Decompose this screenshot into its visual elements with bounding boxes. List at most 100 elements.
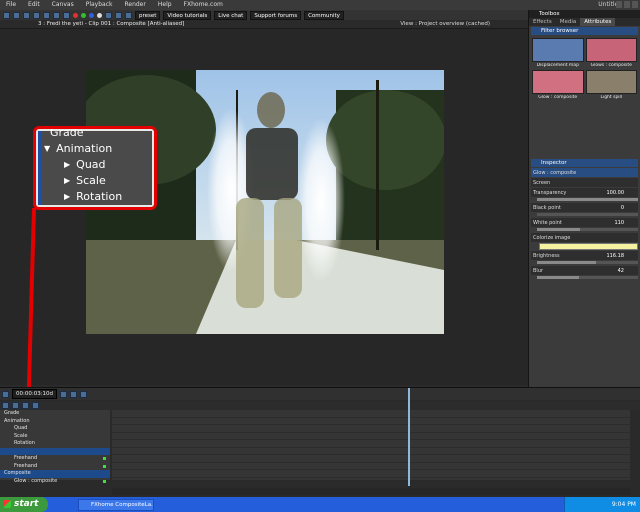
track-row[interactable]: Animation [0, 418, 110, 426]
blur-slider[interactable] [537, 276, 638, 279]
video-tutorials-button[interactable]: Video tutorials [163, 10, 212, 20]
collapse-arrow-icon: ▶ [64, 176, 71, 185]
brightness-field[interactable]: Brightness 116.18 [531, 251, 638, 260]
timecode-display[interactable]: 00:00:03:10d [12, 389, 58, 399]
crop-tool-icon[interactable] [63, 11, 70, 19]
close-icon[interactable] [632, 1, 638, 8]
track-lane[interactable] [112, 418, 630, 425]
grid-icon[interactable] [105, 11, 112, 19]
alpha-channel-icon[interactable] [97, 12, 102, 18]
live-chat-button[interactable]: Live chat [214, 10, 248, 20]
main-toolbar: preset Video tutorials Live chat Support… [0, 10, 528, 20]
new-project-icon[interactable] [3, 11, 10, 19]
next-frame-icon[interactable] [70, 390, 78, 398]
timeline-scrollbar[interactable] [112, 488, 630, 495]
blur-field[interactable]: Blur 42 [531, 266, 638, 275]
track-lane[interactable] [112, 463, 630, 470]
zoom-row-scale: ▶ Scale [64, 174, 106, 187]
support-forums-button[interactable]: Support forums [250, 10, 302, 20]
menu-edit[interactable]: Edit [22, 0, 46, 10]
play-icon[interactable] [60, 390, 68, 398]
menu-file[interactable]: File [0, 0, 22, 10]
black-point-slider[interactable] [537, 213, 638, 216]
track-lane[interactable] [112, 448, 630, 455]
filter-thumbnails: Displacement map Glows : composite Glow … [529, 36, 640, 102]
filter-thumb-image [585, 70, 637, 94]
keyframe-tool-icon[interactable] [22, 402, 29, 409]
colorize-color-swatch[interactable] [539, 243, 638, 250]
maximize-icon[interactable] [624, 1, 630, 8]
black-point-field[interactable]: Black point 0 [531, 203, 638, 212]
track-row[interactable]: Scale [0, 433, 110, 441]
select-tool-icon[interactable] [2, 402, 9, 409]
track-lane[interactable] [112, 433, 630, 440]
track-list: Grade Animation Quad Scale Rotation Freehand F… [0, 410, 110, 484]
tab-effects[interactable]: Effects [529, 18, 556, 26]
collapse-arrow-icon: ▶ [64, 160, 71, 169]
save-icon[interactable] [23, 11, 30, 19]
settings-icon[interactable] [2, 390, 9, 398]
track-row[interactable]: Freehand [0, 463, 110, 471]
blue-channel-icon[interactable] [89, 12, 94, 18]
blend-mode-select[interactable]: Screen [531, 178, 638, 187]
transparency-field[interactable]: Transparency 100.00 [531, 188, 638, 197]
track-area[interactable] [112, 410, 630, 485]
open-icon[interactable] [13, 11, 20, 19]
track-row[interactable] [0, 447, 110, 455]
track-lane[interactable] [112, 455, 630, 463]
tab-attributes[interactable]: Attributes [580, 18, 616, 26]
green-channel-icon[interactable] [81, 12, 86, 18]
colorize-image-checkbox[interactable]: Colorize image [531, 233, 638, 242]
timeline-tools [0, 401, 640, 410]
windows-logo-icon [3, 500, 11, 508]
track-label: Freehand [14, 462, 38, 469]
menu-canvas[interactable]: Canvas [46, 0, 80, 10]
menu-playback[interactable]: Playback [80, 0, 119, 10]
track-lane[interactable] [112, 425, 630, 433]
white-point-field[interactable]: White point 110 [531, 218, 638, 227]
filter-thumb-glows[interactable]: Glows : composite [585, 38, 637, 68]
taskbar-app-button[interactable]: FXhome CompositeLa... [78, 498, 154, 511]
pen-tool-icon[interactable] [32, 402, 39, 409]
view-mode-select[interactable]: View : Project overview (cached) [400, 21, 490, 27]
minimize-icon[interactable] [616, 1, 622, 8]
transparency-slider[interactable] [537, 198, 638, 201]
menu-render[interactable]: Render [118, 0, 151, 10]
tab-media[interactable]: Media [556, 18, 581, 26]
track-lane[interactable] [112, 440, 630, 448]
community-button[interactable]: Community [304, 10, 344, 20]
filter-thumb-glow[interactable]: Glow : composite [532, 70, 584, 100]
zoom-callout-content: Grade ▼ Animation ▶ Quad ▶ Scale ▶ Rotat… [38, 129, 152, 205]
track-row[interactable]: Composite [0, 470, 110, 478]
track-row[interactable]: Freehand [0, 455, 110, 463]
start-button[interactable]: start [0, 497, 48, 512]
transport-bar: 00:00:03:10d [0, 388, 640, 400]
menu-fxhome[interactable]: FXhome.com [178, 0, 229, 10]
playhead[interactable] [408, 388, 410, 486]
track-row[interactable]: Quad [0, 425, 110, 433]
filter-thumb-light-spill[interactable]: Light spill [585, 70, 637, 100]
razor-tool-icon[interactable] [12, 402, 19, 409]
undo-icon[interactable] [33, 11, 40, 19]
track-lane[interactable] [112, 410, 630, 418]
brightness-slider[interactable] [537, 261, 638, 264]
track-row[interactable]: Grade [0, 410, 110, 418]
filter-thumb-displacement[interactable]: Displacement map [532, 38, 584, 68]
track-row[interactable]: Rotation [0, 440, 110, 448]
track-lane[interactable] [112, 478, 630, 485]
white-point-slider[interactable] [537, 228, 638, 231]
menu-help[interactable]: Help [152, 0, 178, 10]
inspector-item[interactable]: Glow : composite [531, 168, 638, 177]
track-enabled-indicator[interactable] [103, 464, 106, 468]
zoom-icon[interactable] [125, 11, 132, 19]
track-lane[interactable] [112, 470, 630, 478]
track-enabled-indicator[interactable] [103, 457, 106, 460]
safe-area-icon[interactable] [115, 11, 122, 19]
preset-button[interactable]: preset [135, 10, 161, 20]
track-enabled-indicator[interactable] [103, 479, 106, 483]
loop-icon[interactable] [80, 390, 88, 398]
move-tool-icon[interactable] [53, 11, 60, 19]
redo-icon[interactable] [43, 11, 50, 19]
red-channel-icon[interactable] [73, 12, 78, 18]
track-row[interactable]: Glow : composite [0, 478, 110, 486]
